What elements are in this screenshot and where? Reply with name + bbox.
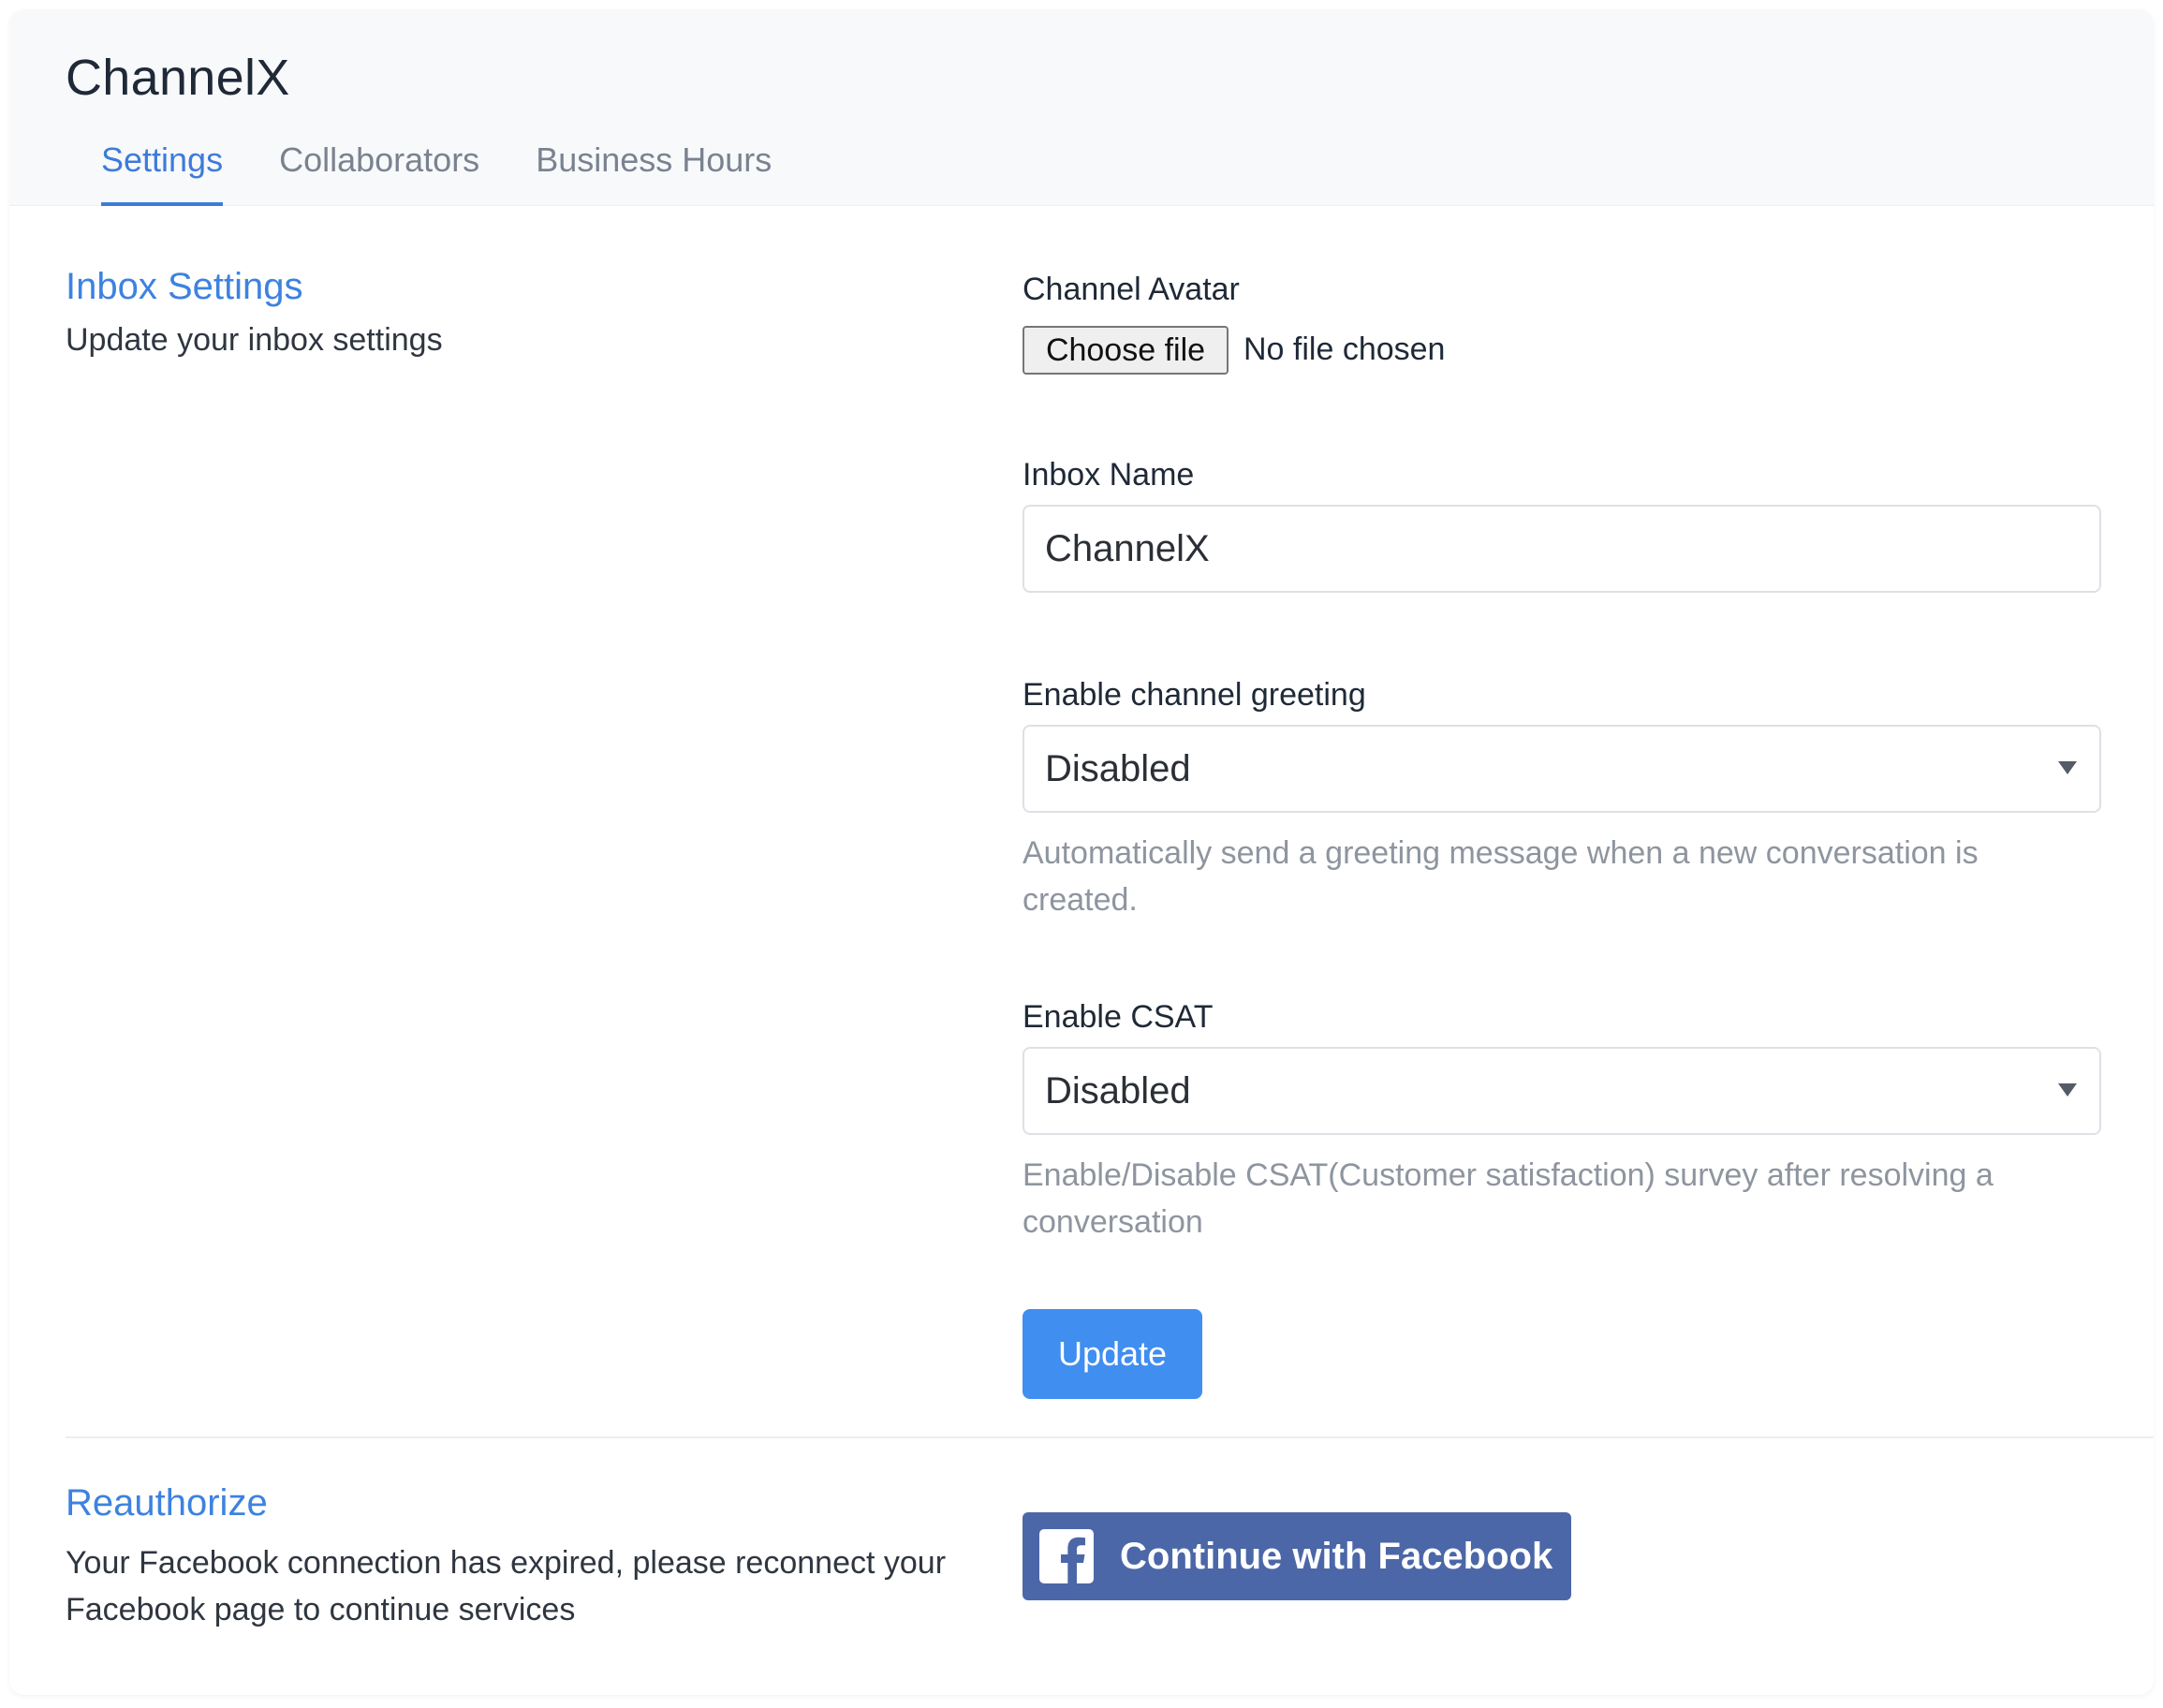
facebook-icon	[1039, 1529, 1094, 1583]
inbox-settings-description: Update your inbox settings	[66, 322, 443, 358]
csat-select[interactable]: Disabled	[1023, 1047, 2101, 1135]
page-title: ChannelX	[66, 50, 290, 106]
file-status-text: No file chosen	[1243, 331, 1446, 367]
csat-help: Enable/Disable CSAT(Customer satisfactio…	[1023, 1157, 1994, 1240]
facebook-button-label: Continue with Facebook	[1120, 1535, 1553, 1577]
inbox-settings-page: ChannelX Settings Collaborators Business…	[9, 9, 2154, 1695]
section-divider	[66, 1436, 2154, 1438]
tab-settings[interactable]: Settings	[101, 140, 224, 206]
csat-label: Enable CSAT	[1023, 999, 1214, 1035]
channel-greeting-value: Disabled	[1045, 747, 1191, 789]
chevron-down-icon	[2058, 761, 2077, 774]
inbox-name-value: ChannelX	[1045, 527, 1210, 569]
tab-collaborators[interactable]: Collaborators	[279, 140, 479, 206]
channel-avatar-label: Channel Avatar	[1023, 272, 1240, 307]
reauthorize-description: Your Facebook connection has expired, pl…	[66, 1545, 947, 1627]
update-button[interactable]: Update	[1023, 1309, 1202, 1399]
page-header: ChannelX Settings Collaborators Business…	[9, 9, 2154, 206]
reauthorize-heading: Reauthorize	[66, 1482, 268, 1524]
choose-file-button[interactable]: Choose file	[1023, 326, 1229, 375]
continue-with-facebook-button[interactable]: Continue with Facebook	[1023, 1512, 1571, 1600]
csat-value: Disabled	[1045, 1069, 1191, 1112]
inbox-settings-heading: Inbox Settings	[66, 266, 303, 307]
channel-greeting-label: Enable channel greeting	[1023, 677, 1366, 713]
tab-business-hours[interactable]: Business Hours	[536, 140, 772, 206]
tab-bar: Settings Collaborators Business Hours	[101, 140, 828, 206]
channel-greeting-help: Automatically send a greeting message wh…	[1023, 835, 1979, 918]
chevron-down-icon	[2058, 1083, 2077, 1097]
channel-greeting-select[interactable]: Disabled	[1023, 725, 2101, 813]
inbox-name-label: Inbox Name	[1023, 457, 1195, 493]
inbox-name-input[interactable]: ChannelX	[1023, 505, 2101, 593]
